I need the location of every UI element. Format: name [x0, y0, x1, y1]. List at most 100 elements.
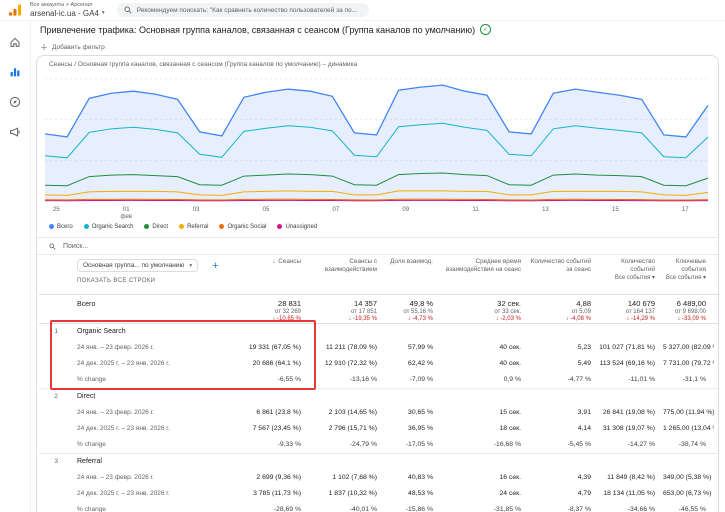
metric-cell: -24,79 % [349, 441, 377, 448]
table-row: 24 янв. – 23 февр. 2026 г. 2 699 (9,36 %)… [39, 470, 718, 486]
totals-change: ↓ -10,65 % [272, 316, 301, 322]
column-header[interactable]: ↓ Сеансы [237, 255, 309, 294]
channel-name: Referral [77, 458, 102, 465]
chevron-down-icon: ▾ [189, 262, 193, 269]
totals-value: 14 357 [354, 299, 377, 308]
dimension-header-cell: Основная группа... по умолчанию ▾ + ПОКАЗАТ… [39, 255, 237, 294]
metric-cell: -31,1 % [682, 376, 706, 383]
channel-header-row[interactable]: 1 Organic Search [39, 324, 718, 340]
x-tick: 11 [472, 207, 479, 213]
analytics-logo-icon[interactable] [8, 4, 22, 16]
metric-cell: -38,74 % [678, 441, 706, 448]
column-label: Количество событий [621, 258, 655, 274]
metric-cell: 15 сек. [499, 409, 522, 416]
metric-cell: 113 524 (69,16 %) [599, 360, 655, 367]
row-number-cell [39, 372, 65, 388]
totals-cell: 4,88 от 5,09 ↓ -4,08 % [529, 295, 599, 323]
x-tick: 15 [612, 207, 619, 213]
metric-cell: 18 сек. [499, 425, 522, 432]
channel-header-row[interactable]: 3 Referral [39, 454, 718, 470]
metric-cell: 31 308 (19,07 %) [602, 425, 655, 432]
column-label: Среднее время взаимодействия на сеанс [445, 258, 521, 274]
column-header[interactable]: Среднее время взаимодействия на сеанс [441, 255, 529, 294]
date-range-current-label: 24 янв. – 23 февр. 2026 г. [77, 474, 154, 481]
account-switcher[interactable]: Все аккаунты > Арсенал arsenal-ic.ua - G… [30, 2, 105, 18]
legend-label: Всего [57, 223, 73, 230]
percent-change-label: % change [77, 376, 106, 383]
totals-value: 32 сек. [497, 299, 521, 308]
column-label: Доля взаимод. [390, 258, 433, 265]
totals-value: 4,88 [576, 299, 591, 308]
legend-item: Referral [179, 224, 208, 230]
metric-cell: 19 331 (67,05 %) [248, 344, 301, 351]
totals-compare-value: от 55,16 % [403, 309, 433, 315]
totals-cell: 32 сек. от 33 сек. ↓ -2,03 % [441, 295, 529, 323]
column-header[interactable]: Сеансы с взаимодействием [309, 255, 385, 294]
dimension-dropdown[interactable]: Основная группа... по умолчанию ▾ [77, 259, 199, 272]
totals-value: 28 831 [278, 299, 301, 308]
totals-compare-value: от 33 сек. [494, 309, 521, 315]
table-row: 24 янв. – 23 февр. 2026 г. 19 331 (67,05 … [39, 340, 718, 356]
row-number-cell [39, 340, 65, 356]
column-subfilter[interactable]: Все события ▾ [599, 275, 655, 283]
channel-header-row[interactable]: 2 Direct [39, 389, 718, 405]
reports-icon[interactable] [9, 66, 21, 78]
advertising-icon[interactable] [9, 126, 21, 138]
plus-icon: ＋ [40, 43, 48, 52]
metric-cell: 18 134 (11,05 %) [603, 490, 655, 497]
legend-dot-icon [83, 224, 89, 229]
x-tick: 03 [192, 207, 200, 213]
metric-cell: 2 103 (14,65 %) [328, 409, 377, 416]
column-header[interactable]: Количество событий за сеанс [529, 255, 599, 294]
metric-cell: 16 сек. [499, 474, 522, 481]
totals-value: 140 679 [627, 299, 655, 308]
metric-cell: -4,77 % [567, 376, 591, 383]
date-range-previous-label: 24 дек. 2025 г. – 23 янв. 2026 г. [77, 360, 170, 367]
totals-compare-value: от 5,09 [571, 309, 591, 315]
legend-item: Unassigned [277, 224, 317, 230]
report-card: Сеансы / Основная группа каналов, связан… [36, 55, 719, 512]
row-number: 1 [54, 328, 58, 335]
metric-cell: 5 327,00 (82,09 %) [663, 344, 714, 351]
column-subfilter[interactable]: Все события ▾ [663, 275, 706, 283]
show-all-rows-button[interactable]: ПОКАЗАТЬ ВСЕ СТРОКИ [77, 278, 237, 284]
row-number-cell [39, 356, 65, 372]
totals-value: 6 489,00 [676, 299, 706, 308]
add-filter-button[interactable]: ＋ Добавить фильтр [40, 42, 105, 53]
search-hint: Рекомендуем поискать: "Как сравнить коли… [136, 6, 358, 14]
sort-desc-icon: ↓ [272, 258, 278, 265]
table-row: 24 дек. 2025 г. – 23 янв. 2026 г. 7 567 (… [39, 421, 718, 437]
metric-cell: 1 102 (7,68 %) [332, 474, 377, 481]
property-selector[interactable]: arsenal-ic.ua - GA4 ▾ [30, 9, 105, 18]
column-label: Сеансы с взаимодействием [324, 258, 377, 274]
explore-icon[interactable] [9, 96, 21, 108]
global-search[interactable]: Рекомендуем поискать: "Как сравнить коли… [116, 3, 369, 17]
table-header-row: Основная группа... по умолчанию ▾ + ПОКАЗАТ… [39, 255, 718, 295]
left-nav [0, 20, 31, 512]
column-header[interactable]: Количество событий Все события ▾ [599, 255, 663, 294]
row-number-cell [39, 502, 65, 512]
legend-label: Organic Search [91, 223, 134, 230]
home-icon[interactable] [9, 36, 21, 48]
totals-cell: 140 679 от 164 137 ↓ -14,29 % [599, 295, 663, 323]
metric-cell: 2 699 (9,36 %) [256, 474, 301, 481]
column-header[interactable]: Доля взаимод. [385, 255, 441, 294]
channel-name: Organic Search [77, 328, 126, 335]
metric-cell: -7,09 % [409, 376, 433, 383]
table-search-input[interactable] [61, 241, 325, 251]
add-dimension-button[interactable]: + [212, 260, 218, 271]
date-range-previous-label: 24 дек. 2025 г. – 23 янв. 2026 г. [77, 490, 170, 497]
metric-cell: 62,42 % [408, 360, 433, 367]
totals-compare-value: от 17 851 [351, 309, 377, 315]
row-number-cell [39, 437, 65, 453]
table-row: 24 дек. 2025 г. – 23 янв. 2026 г. 20 686 … [39, 356, 718, 372]
legend-dot-icon [144, 224, 150, 229]
column-header[interactable]: Ключевые события Все события ▾ [663, 255, 714, 294]
column-label: Ключевые события [675, 258, 706, 274]
legend-dot-icon [219, 224, 225, 229]
legend-item: Всего [49, 224, 73, 230]
metric-cell: 4,14 [577, 425, 591, 432]
metric-cell: 6 861 (23,8 %) [256, 409, 301, 416]
metric-cell: 3 785 (11,73 %) [253, 490, 301, 497]
metric-cell: 40 сек. [499, 344, 522, 351]
